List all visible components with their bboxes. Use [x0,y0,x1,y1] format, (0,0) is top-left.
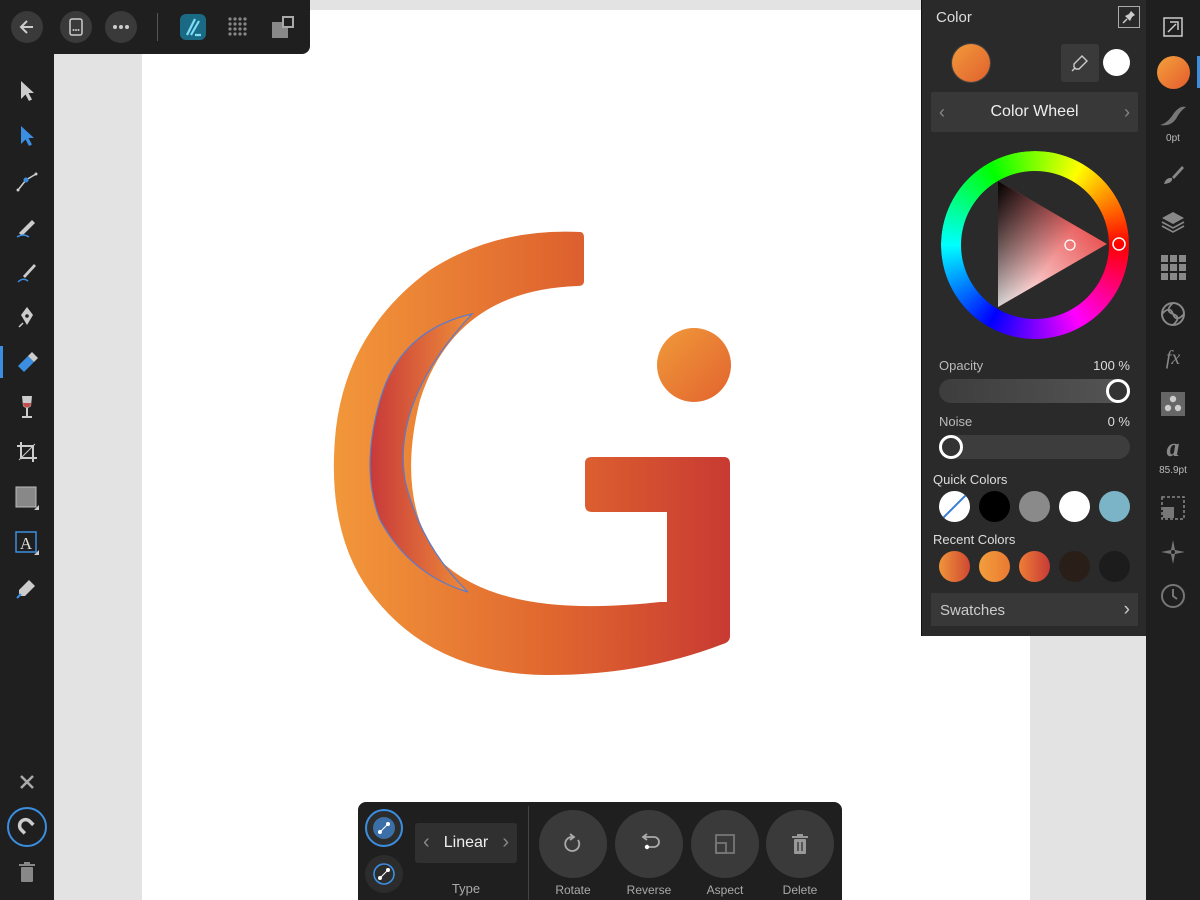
delete-label: Delete [782,883,818,897]
tools-panel: A [0,54,54,900]
gradient-context-toolbar: ‹ Linear › Type Rotate Reverse Aspect De… [358,802,842,900]
noise-label: Noise [939,414,973,429]
navigator-icon[interactable] [1153,532,1193,572]
swatches-label: Swatches [940,602,1006,619]
shape-tool-icon[interactable] [7,478,47,518]
reverse-icon [641,833,660,850]
swatches-row[interactable]: Swatches › [931,593,1138,626]
reverse-label: Reverse [626,883,672,897]
styles-icon[interactable] [1153,384,1193,424]
eyedropper-icon[interactable] [1061,44,1099,82]
gradient-type-label: Type [451,881,481,896]
quick-color-white[interactable] [1059,491,1090,522]
aspect-label: Aspect [706,883,744,897]
i-dot-shape[interactable] [657,328,731,402]
rotate-icon [564,833,581,852]
gradient-type-selector[interactable]: ‹ Linear › [415,823,517,863]
noise-slider-knob[interactable] [939,435,963,459]
export-persona-icon[interactable] [267,11,299,43]
noise-slider[interactable] [939,435,1130,459]
toolbar-divider [157,13,158,41]
font-size-label: 85.9pt [1159,465,1187,476]
color-icon[interactable] [1153,52,1193,92]
node-tool-icon[interactable] [7,116,47,156]
pixel-persona-icon[interactable] [222,11,254,43]
svg-text:A: A [20,534,33,553]
chevron-right-icon: › [1123,599,1130,620]
main-toolbar [0,0,310,54]
more-icon[interactable] [105,11,137,43]
quick-color-blue[interactable] [1099,491,1130,522]
stroke-width-label: 0pt [1166,133,1180,144]
color-mode-selector[interactable]: ‹ Color Wheel › [931,92,1138,132]
history-icon[interactable] [1153,576,1193,616]
brush-icon[interactable] [1153,155,1193,195]
corner-tool-icon[interactable] [7,161,47,201]
rotate-button[interactable] [539,810,607,878]
trash-icon[interactable] [7,852,47,892]
artistic-text-tool-icon[interactable]: A [7,523,47,563]
document-icon[interactable] [60,11,92,43]
opacity-value: 100 % [1093,358,1130,373]
color-panel: Color ‹ Color Wheel › Opacity 100 % Nois… [921,0,1146,636]
reverse-button[interactable] [615,810,683,878]
recent-color-2[interactable] [979,551,1010,582]
aspect-icon [715,834,735,854]
secondary-color-swatch[interactable] [1103,49,1130,76]
back-arrow-icon[interactable] [11,11,43,43]
swatches-grid-icon[interactable] [1153,247,1193,287]
text-styles-icon[interactable]: a [1153,428,1193,468]
panel-title: Color [936,9,972,26]
appearance-icon[interactable] [1153,294,1193,334]
chevron-right-icon[interactable]: › [1124,102,1130,123]
quick-colors-label: Quick Colors [933,472,1008,487]
recent-color-3[interactable] [1019,551,1050,582]
layers-icon[interactable] [1153,202,1193,242]
primary-color-swatch[interactable] [952,44,990,82]
chevron-right-icon[interactable]: › [502,831,509,854]
snapping-magnet-icon[interactable] [7,807,47,847]
affinity-designer-persona-icon[interactable] [177,11,209,43]
delete-button[interactable] [766,810,834,878]
vector-brush-tool-icon[interactable] [7,252,47,292]
gradient-alt-mode-icon[interactable] [365,855,403,893]
artboard[interactable] [142,10,1030,900]
recent-color-1[interactable] [939,551,970,582]
pen-tool-icon[interactable] [7,297,47,337]
opacity-slider-knob[interactable] [1106,379,1130,403]
close-icon[interactable] [7,762,47,802]
trash-icon [792,834,808,854]
color-wheel[interactable] [941,151,1129,339]
quick-color-gray[interactable] [1019,491,1050,522]
transparency-tool-icon[interactable] [7,387,47,427]
fill-tool-icon[interactable] [0,342,47,382]
pin-icon[interactable] [1118,6,1140,28]
opacity-label: Opacity [939,358,984,373]
recent-color-5[interactable] [1099,551,1130,582]
move-tool-icon[interactable] [7,71,47,111]
stroke-icon[interactable] [1153,96,1193,136]
opacity-slider[interactable] [939,379,1130,403]
effects-icon[interactable]: fx [1153,338,1193,378]
pencil-tool-icon[interactable] [7,207,47,247]
transform-icon[interactable] [1153,7,1193,47]
rotate-label: Rotate [555,883,591,897]
noise-value: 0 % [1107,414,1130,429]
recent-colors-label: Recent Colors [933,532,1016,547]
color-picker-tool-icon[interactable] [7,568,47,608]
quick-color-black[interactable] [979,491,1010,522]
studio-bar: 0pt fx a 85.9pt [1146,0,1200,900]
recent-color-4[interactable] [1059,551,1090,582]
color-mode-label: Color Wheel [990,103,1079,120]
context-divider [528,806,529,900]
aspect-button[interactable] [691,810,759,878]
snapping-icon[interactable] [1153,488,1193,528]
gradient-mode-icon[interactable] [365,809,403,847]
quick-color-none[interactable] [939,491,970,522]
crop-tool-icon[interactable] [7,432,47,472]
